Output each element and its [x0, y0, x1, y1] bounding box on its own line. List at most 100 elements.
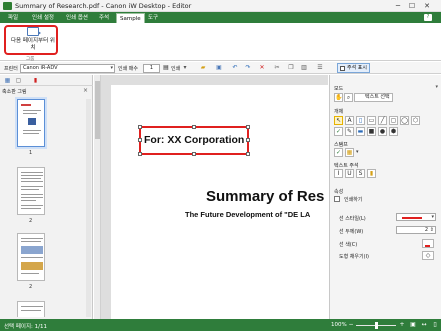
print-menu-chevron-icon[interactable]: ▾: [181, 64, 189, 72]
fit-width-icon[interactable]: ↔: [420, 321, 428, 329]
maximize-button[interactable]: ☐: [406, 1, 418, 11]
fit-page-icon[interactable]: ▣: [409, 321, 417, 329]
select-text-button[interactable]: 텍스트 선택: [354, 93, 393, 102]
thumbnail-page-3[interactable]: [17, 233, 45, 281]
text-highlight-icon[interactable]: ▮: [367, 169, 376, 178]
annotation-list-icon[interactable]: ▮: [32, 77, 39, 84]
tab-file[interactable]: 파일: [5, 13, 21, 23]
button-highlight: [4, 25, 58, 55]
paste-icon[interactable]: ▥: [300, 64, 308, 72]
zoom-level: 100%: [331, 322, 347, 328]
properties-section-title: 속성: [334, 189, 344, 195]
stamp-annotation-text: For: XX Corporation: [144, 134, 245, 146]
stamp-menu-chevron-icon[interactable]: ▾: [356, 149, 359, 155]
close-icon[interactable]: ×: [83, 87, 88, 94]
resize-handle[interactable]: [246, 152, 250, 156]
save-icon[interactable]: ▣: [215, 64, 223, 72]
annotation-display-checkbox[interactable]: [340, 65, 345, 71]
filled-polygon-icon[interactable]: ⬢: [389, 127, 398, 136]
line-style-select[interactable]: ▾: [396, 213, 436, 221]
resize-handle[interactable]: [138, 138, 142, 142]
undo-icon[interactable]: ↶: [231, 64, 239, 72]
filled-ellipse-icon[interactable]: ●: [378, 127, 387, 136]
tab-annotation[interactable]: 주석: [96, 13, 112, 23]
stamp-date-icon[interactable]: ▦: [345, 148, 354, 157]
line-color-button[interactable]: [422, 239, 434, 248]
open-folder-icon[interactable]: ▰: [199, 64, 207, 72]
print-icon[interactable]: ▤: [162, 64, 170, 72]
tab-sample[interactable]: Sample: [116, 13, 145, 23]
zoom-in-icon[interactable]: +: [398, 321, 406, 329]
view-options-icon[interactable]: ☰: [316, 64, 324, 72]
polygon-tool-icon[interactable]: ⬡: [411, 116, 420, 125]
resize-handle[interactable]: [246, 125, 250, 129]
filled-rectangle-icon[interactable]: ■: [367, 127, 376, 136]
resize-handle[interactable]: [192, 152, 196, 156]
tab-tools[interactable]: 도구: [145, 13, 161, 23]
copies-label: 인쇄 매수: [118, 66, 138, 72]
selected-page-status: 선택 페이지: 1/11: [4, 324, 48, 330]
stepper-icon[interactable]: ⇕: [430, 227, 434, 233]
underline-icon[interactable]: U: [345, 169, 354, 178]
resize-handle[interactable]: [138, 125, 142, 129]
line-tool-icon[interactable]: ╱: [378, 116, 387, 125]
strikethrough-icon[interactable]: S: [356, 169, 365, 178]
mode-section-title: 모드: [334, 86, 344, 92]
object-section-title: 개체: [334, 109, 344, 115]
bookmark-icon[interactable]: ▢: [15, 77, 22, 84]
text-box-icon[interactable]: A: [345, 116, 354, 125]
print-annotation-checkbox[interactable]: [334, 196, 340, 202]
line-color-label: 선 색(C): [339, 242, 358, 248]
chevron-down-icon: ▾: [431, 214, 434, 220]
printer-value: Canon iR-ADV: [23, 64, 58, 71]
redo-icon[interactable]: ↷: [244, 64, 252, 72]
link-icon[interactable]: ▯: [356, 116, 365, 125]
copies-input[interactable]: 1: [143, 63, 160, 73]
delete-icon[interactable]: ✕: [258, 64, 266, 72]
document-vertical-scrollbar[interactable]: [94, 75, 101, 319]
zoom-slider-knob[interactable]: [375, 322, 378, 329]
single-page-icon[interactable]: ▯: [431, 321, 439, 329]
check-mark-icon[interactable]: ✓: [334, 127, 343, 136]
highlighter-icon[interactable]: ▬: [356, 127, 365, 136]
minimize-button[interactable]: ─: [392, 1, 404, 11]
cut-icon[interactable]: ✂: [273, 64, 281, 72]
line-color-swatch: [425, 245, 430, 247]
printer-label: 프린터: [4, 66, 18, 72]
annotation-display-toggle[interactable]: 주석 표시: [337, 63, 370, 73]
scrollbar-thumb[interactable]: [95, 81, 100, 139]
line-style-preview: [402, 217, 422, 219]
resize-handle[interactable]: [138, 152, 142, 156]
help-icon[interactable]: ?: [424, 14, 432, 21]
resize-handle[interactable]: [192, 125, 196, 129]
thumbnail-panel: ▦ ▢ ▮ 축소판 그림 × 1 2 2: [0, 75, 93, 319]
tab-print-options[interactable]: 인쇄 옵션: [63, 13, 91, 23]
document-page: For: XX Corporation Summary of Res The F…: [111, 85, 328, 319]
ellipse-tool-icon[interactable]: ◯: [400, 116, 409, 125]
stamp-annotation[interactable]: For: XX Corporation: [138, 125, 250, 156]
rectangle-tool-icon[interactable]: ▢: [389, 116, 398, 125]
stamp-tool-icon[interactable]: ▭: [367, 116, 376, 125]
select-object-icon[interactable]: ↖: [334, 116, 343, 125]
thumbnail-view-icon[interactable]: ▦: [4, 77, 11, 84]
printer-select[interactable]: Canon iR-ADV ▾: [20, 63, 115, 73]
resize-handle[interactable]: [246, 138, 250, 142]
fill-color-button[interactable]: ◇: [422, 251, 434, 260]
pen-tool-icon[interactable]: ✎: [345, 127, 354, 136]
print-button-label[interactable]: 인쇄: [171, 65, 180, 72]
print-toolbar: 프린터 Canon iR-ADV ▾ 인쇄 매수 1 ▤ 인쇄 ▾ ▰ ▣ ↶ …: [0, 62, 441, 74]
copy-icon[interactable]: ❐: [287, 64, 295, 72]
zoom-tool-icon[interactable]: ⌕: [344, 93, 353, 102]
text-cursor-icon[interactable]: I: [334, 169, 343, 178]
thumbnail-scrollbar[interactable]: [86, 99, 91, 317]
hand-tool-icon[interactable]: ✋: [334, 93, 343, 102]
line-width-input[interactable]: 2 ⇕: [396, 226, 436, 234]
zoom-out-icon[interactable]: −: [347, 321, 355, 329]
thumbnail-page-1[interactable]: [17, 99, 45, 147]
thumbnail-page-2[interactable]: [17, 167, 45, 215]
stamp-approve-icon[interactable]: ✓: [334, 148, 343, 157]
tab-print-settings[interactable]: 인쇄 설정: [29, 13, 57, 23]
close-button[interactable]: ✕: [421, 1, 433, 11]
thumbnail-page-4[interactable]: [17, 301, 45, 317]
pin-icon[interactable]: ▾: [435, 84, 438, 90]
